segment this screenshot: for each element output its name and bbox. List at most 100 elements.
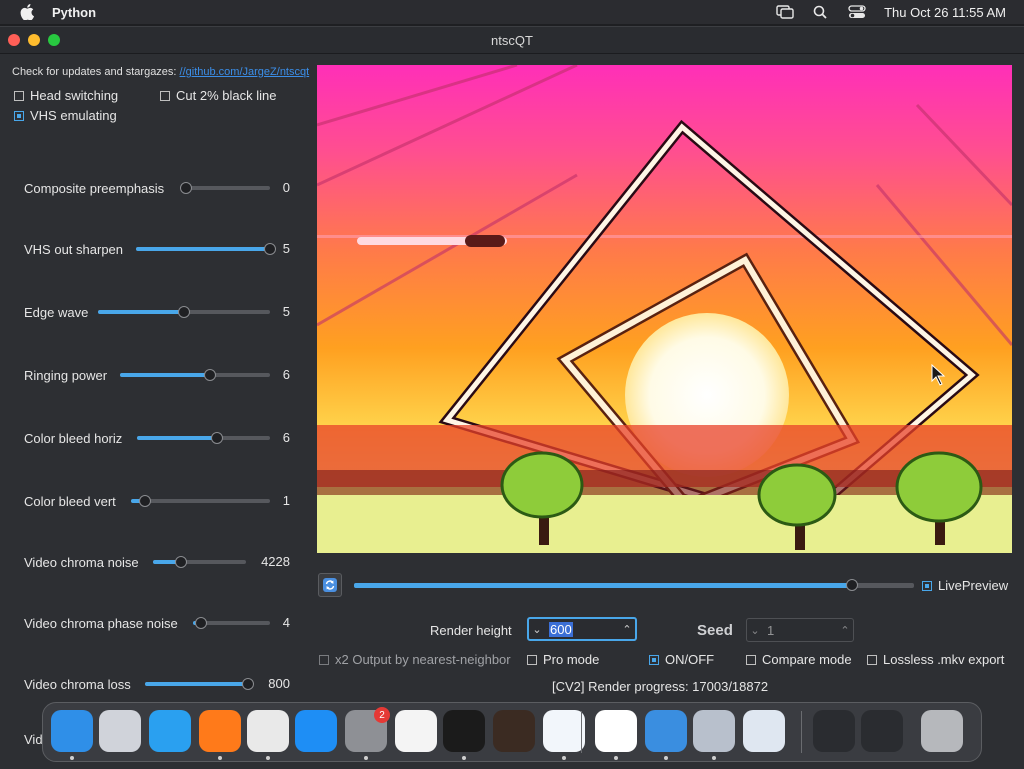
launchpad-icon[interactable] bbox=[99, 710, 141, 752]
refresh-preview-button[interactable] bbox=[318, 573, 342, 597]
slider-handle[interactable] bbox=[174, 556, 187, 568]
param-slider[interactable] bbox=[180, 182, 270, 194]
timeline-handle[interactable] bbox=[846, 579, 859, 591]
guitar-icon[interactable] bbox=[493, 710, 535, 752]
vhs-emulating-checkbox[interactable]: VHS emulating bbox=[14, 108, 117, 123]
checkbox-box[interactable] bbox=[649, 654, 659, 665]
param-value: 6 bbox=[282, 367, 290, 382]
param-row: Video chroma loss 800 bbox=[24, 675, 290, 693]
param-slider[interactable] bbox=[193, 617, 270, 629]
finder-icon[interactable] bbox=[51, 710, 93, 752]
chevron-down-icon[interactable]: ⌄ bbox=[529, 619, 545, 639]
x2-output-checkbox[interactable]: x2 Output by nearest-neighbor bbox=[319, 652, 511, 667]
app-store-icon[interactable] bbox=[295, 710, 337, 752]
app-window: ntscQT Check for updates and stargazes: … bbox=[0, 26, 1024, 769]
cut-off-param-label: Vid bbox=[24, 732, 43, 747]
visual-studio-icon[interactable] bbox=[595, 710, 637, 752]
window-thumbnail-icon[interactable] bbox=[813, 710, 855, 752]
control-center-icon[interactable] bbox=[848, 5, 866, 19]
app-menu-name[interactable]: Python bbox=[52, 5, 96, 20]
param-value: 5 bbox=[282, 304, 290, 319]
param-slider[interactable] bbox=[98, 306, 270, 318]
checkbox-box[interactable] bbox=[527, 654, 537, 665]
github-link[interactable]: //github.com/JargeZ/ntscqt bbox=[180, 66, 310, 78]
chevron-up-icon[interactable]: ⌃ bbox=[837, 619, 853, 641]
checkbox-box[interactable] bbox=[867, 654, 877, 665]
running-indicator bbox=[462, 756, 466, 760]
param-label: Ringing power bbox=[24, 367, 108, 383]
trash-icon[interactable] bbox=[921, 710, 963, 752]
live-preview-checkbox[interactable]: LivePreview bbox=[922, 578, 1008, 593]
head-switching-checkbox[interactable]: Head switching bbox=[14, 88, 118, 103]
param-label: Color bleed horiz bbox=[24, 430, 123, 446]
rocket-icon[interactable] bbox=[693, 710, 735, 752]
refresh-icon bbox=[323, 578, 337, 592]
on-off-checkbox[interactable]: ON/OFF bbox=[649, 652, 714, 667]
firefox-icon[interactable] bbox=[199, 710, 241, 752]
timeline-slider[interactable] bbox=[354, 579, 914, 591]
safari-icon[interactable] bbox=[149, 710, 191, 752]
compare-mode-checkbox[interactable]: Compare mode bbox=[746, 652, 852, 667]
param-label: Edge wave bbox=[24, 304, 89, 320]
param-slider[interactable] bbox=[120, 369, 270, 381]
slider-handle[interactable] bbox=[180, 182, 192, 194]
param-label: Color bleed vert bbox=[24, 493, 116, 509]
pro-mode-checkbox[interactable]: Pro mode bbox=[527, 652, 599, 667]
param-slider[interactable] bbox=[153, 556, 246, 568]
running-indicator bbox=[266, 756, 270, 760]
slider-handle[interactable] bbox=[138, 495, 151, 507]
chrome-icon[interactable] bbox=[247, 710, 289, 752]
checkbox-box[interactable] bbox=[14, 90, 24, 101]
quicktime-icon[interactable] bbox=[743, 710, 785, 752]
slider-handle[interactable] bbox=[210, 432, 223, 444]
param-row: Ringing power 6 bbox=[24, 366, 290, 384]
screen-mirroring-icon[interactable] bbox=[776, 5, 794, 19]
seed-input[interactable]: 1 bbox=[763, 623, 837, 638]
running-indicator bbox=[712, 756, 716, 760]
slider-handle[interactable] bbox=[242, 678, 254, 690]
menu-bar: Python Thu Oct 26 11:55 AM bbox=[0, 0, 1024, 24]
checkbox-box[interactable] bbox=[14, 110, 24, 121]
param-slider[interactable] bbox=[131, 495, 270, 507]
title-bar[interactable]: ntscQT bbox=[0, 27, 1024, 54]
checkbox-box[interactable] bbox=[319, 654, 329, 665]
system-settings-icon[interactable]: 2 bbox=[345, 707, 390, 752]
param-slider[interactable] bbox=[136, 243, 276, 255]
render-height-spinbox[interactable]: ⌄ 600 ⌃ bbox=[527, 617, 637, 641]
slider-fill bbox=[145, 682, 248, 686]
weather-icon[interactable] bbox=[645, 710, 687, 752]
param-slider[interactable] bbox=[145, 678, 254, 690]
param-value: 1 bbox=[282, 493, 290, 508]
checkbox-box[interactable] bbox=[922, 580, 932, 591]
slider-handle[interactable] bbox=[204, 369, 216, 381]
video-preview[interactable] bbox=[317, 65, 1012, 553]
checkbox-box[interactable] bbox=[160, 90, 170, 101]
cut-black-line-checkbox[interactable]: Cut 2% black line bbox=[160, 88, 276, 103]
textedit-icon[interactable] bbox=[395, 710, 437, 752]
lossless-export-checkbox[interactable]: Lossless .mkv export bbox=[867, 652, 1004, 667]
render-height-value: 600 bbox=[549, 621, 573, 637]
search-icon[interactable] bbox=[812, 5, 830, 19]
slider-handle[interactable] bbox=[264, 243, 276, 255]
param-slider[interactable] bbox=[137, 432, 270, 444]
render-height-input[interactable]: 600 bbox=[545, 621, 619, 637]
window-thumbnail-icon[interactable] bbox=[861, 710, 903, 752]
terminal-icon[interactable] bbox=[443, 710, 485, 752]
param-row: VHS out sharpen 5 bbox=[24, 240, 290, 258]
render-height-label: Render height bbox=[430, 623, 512, 638]
apple-icon[interactable] bbox=[20, 4, 34, 20]
param-value: 4228 bbox=[261, 554, 290, 569]
chevron-down-icon[interactable]: ⌄ bbox=[747, 619, 763, 641]
lossless-export-label: Lossless .mkv export bbox=[883, 652, 1005, 667]
slider-handle[interactable] bbox=[194, 617, 207, 629]
dock-separator bbox=[801, 711, 802, 753]
menu-clock[interactable]: Thu Oct 26 11:55 AM bbox=[884, 5, 1006, 20]
running-indicator bbox=[218, 756, 222, 760]
vscode-icon[interactable] bbox=[543, 710, 585, 752]
pro-mode-label: Pro mode bbox=[543, 652, 600, 667]
seed-spinbox[interactable]: ⌄ 1 ⌃ bbox=[746, 618, 854, 642]
checkbox-box[interactable] bbox=[746, 654, 756, 665]
slider-handle[interactable] bbox=[178, 306, 190, 318]
chevron-up-icon[interactable]: ⌃ bbox=[619, 619, 635, 639]
running-indicator bbox=[364, 756, 368, 760]
